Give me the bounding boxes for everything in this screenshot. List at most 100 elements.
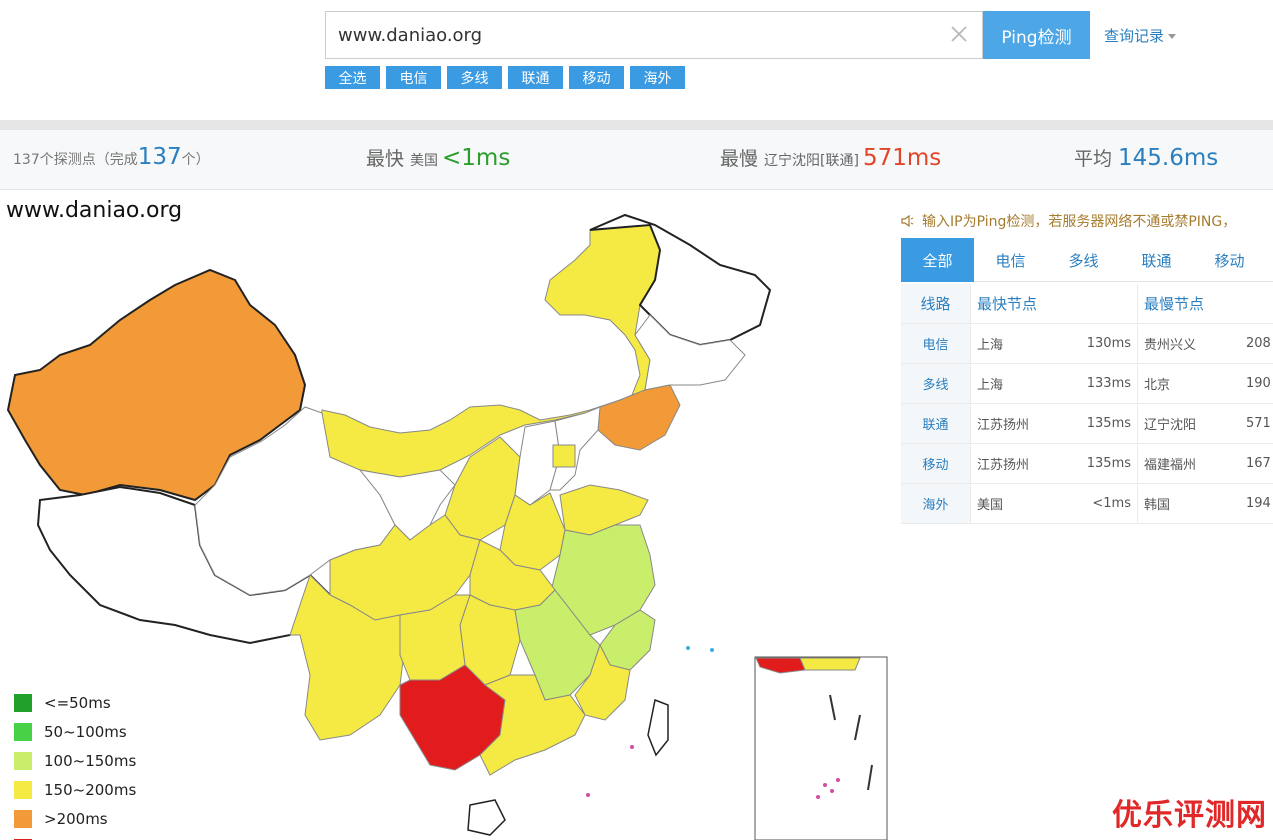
row-line[interactable]: 移动 [901,444,971,483]
divider [0,120,1273,130]
header-line: 线路 [901,284,971,323]
map-region-hainan [467,799,506,836]
ping-test-page: Ping检测 查询记录 全选 电信 多线 联通 移动 海外 137个探测点（完成… [0,0,1273,840]
line-filters: 全选 电信 多线 联通 移动 海外 [325,66,685,89]
row-fast-city: 江苏扬州 [977,458,1030,473]
legend-label: <=50ms [44,693,111,712]
filter-unicom[interactable]: 联通 [508,66,563,89]
stat-fastest: 最快 美国 <1ms [366,130,510,190]
inset-islands [830,789,834,793]
tab-multiline[interactable]: 多线 [1047,238,1120,282]
row-fast-ms: <1ms [1071,484,1138,523]
row-fast-ms: 130ms [1071,324,1138,363]
row-fast-city: 江苏扬州 [977,418,1030,433]
points-prefix: 137个探测点（完成 [13,152,138,168]
tab-telecom[interactable]: 电信 [974,238,1047,282]
line-summary-table: 线路 最快节点 最慢节点 电信 上海 130ms 贵州兴义 208 多线 上海 … [901,284,1273,524]
slowest-label: 最慢 [720,148,759,170]
row-line[interactable]: 海外 [901,484,971,523]
filter-multiline[interactable]: 多线 [447,66,502,89]
filter-overseas[interactable]: 海外 [630,66,685,89]
stats-bar: 137个探测点（完成 137 个） 最快 美国 <1ms 最慢 辽宁沈阳[联通] 5… [0,130,1273,190]
row-slow-city: 贵州兴义 [1144,338,1197,353]
fastest-value: <1ms [442,145,511,171]
slowest-value: 571ms [862,145,942,171]
clear-icon[interactable] [948,23,970,45]
search-input[interactable] [326,12,946,58]
map-island-dots [710,648,714,652]
table-row: 移动 江苏扬州 135ms 福建福州 167 [901,444,1273,484]
table-row: 海外 美国 <1ms 韩国 194 [901,484,1273,524]
fastest-location: 美国 [410,153,439,169]
watermark: 优乐评测网 [1112,798,1267,833]
inset-islands [823,783,827,787]
row-fast-ms: 135ms [1071,404,1138,443]
map-legend: <=50ms 50~100ms 100~150ms 150~200ms >200… [14,688,136,840]
header-slowest: 最慢节点 [1144,295,1205,313]
legend-item: 100~150ms [14,746,136,775]
tab-all[interactable]: 全部 [901,238,974,282]
map-island-dots [630,745,634,749]
map-title: www.daniao.org [6,198,183,223]
filter-telecom[interactable]: 电信 [386,66,441,89]
row-slow-ms: 194 [1246,496,1271,511]
inset-fujian [799,657,861,671]
table-row: 联通 江苏扬州 135ms 辽宁沈阳 571 [901,404,1273,444]
caret-down-icon [1168,34,1177,39]
south-china-sea-inset [754,656,888,840]
stat-points: 137个探测点（完成 137 个） [13,130,210,190]
average-value: 145.6ms [1118,145,1219,171]
row-slow-ms: 571 [1246,416,1271,431]
legend-swatch [14,722,32,741]
points-done: 137 [137,144,182,170]
row-slow-ms: 208 [1246,336,1271,351]
legend-item: <=50ms [14,688,136,717]
tab-unicom[interactable]: 联通 [1120,238,1193,282]
legend-label: 50~100ms [44,722,127,741]
stat-slowest: 最慢 辽宁沈阳[联通] 571ms [720,130,941,190]
row-fast-city: 上海 [977,338,1004,353]
row-line[interactable]: 联通 [901,404,971,443]
legend-item: 超时 [14,833,136,840]
map-region-taiwan [647,698,669,757]
speaker-icon [901,214,914,228]
slowest-location: 辽宁沈阳[联通] [764,153,859,169]
map-island-dots [586,793,590,797]
result-tabs: 全部 电信 多线 联通 移动 [901,238,1273,282]
legend-label: 150~200ms [44,780,137,799]
legend-swatch [14,751,32,770]
legend-item: >200ms [14,804,136,833]
legend-swatch [14,809,32,828]
map-island-dots [686,646,690,650]
row-line[interactable]: 电信 [901,324,971,363]
notice-text: 输入IP为Ping检测，若服务器网络不通或禁PING， [922,214,1237,230]
row-fast-ms: 135ms [1071,444,1138,483]
stat-average: 平均 145.6ms [1074,130,1218,190]
header-fastest: 最快节点 [971,284,1138,323]
row-fast-ms: 133ms [1071,364,1138,403]
table-row: 多线 上海 133ms 北京 190 [901,364,1273,404]
filter-all[interactable]: 全选 [325,66,380,89]
average-label: 平均 [1074,148,1113,170]
row-slow-city: 辽宁沈阳 [1144,418,1197,433]
legend-item: 150~200ms [14,775,136,804]
tab-mobile[interactable]: 移动 [1193,238,1266,282]
legend-label: >200ms [44,809,108,828]
legend-item: 50~100ms [14,717,136,746]
row-slow-city: 北京 [1144,378,1171,393]
row-line[interactable]: 多线 [901,364,971,403]
legend-swatch [14,693,32,712]
inset-islands [816,795,820,799]
row-slow-city: 韩国 [1144,498,1171,513]
notice-bar: 输入IP为Ping检测，若服务器网络不通或禁PING， [900,210,1273,232]
map-region-beijing [552,444,576,468]
ping-button[interactable]: Ping检测 [983,11,1090,59]
filter-mobile[interactable]: 移动 [569,66,624,89]
search-box [325,11,983,59]
history-dropdown[interactable]: 查询记录 [1104,25,1177,46]
row-slow-ms: 190 [1246,376,1271,391]
history-label: 查询记录 [1104,27,1165,45]
row-slow-ms: 167 [1246,456,1271,471]
map-region-liaoning [597,384,681,451]
legend-label: 100~150ms [44,751,137,770]
